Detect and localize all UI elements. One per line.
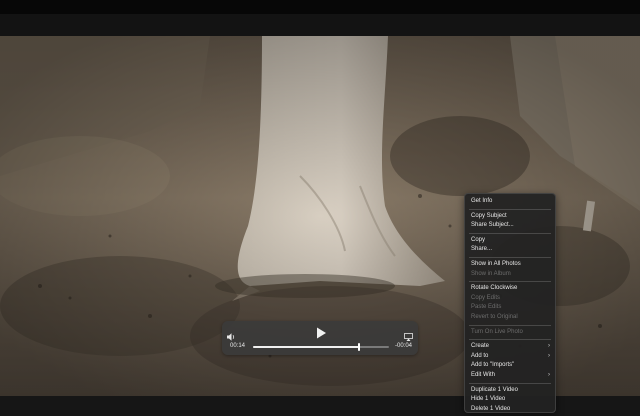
menu-separator bbox=[469, 208, 551, 210]
title-strip bbox=[0, 0, 640, 14]
menu-item-copy-subject[interactable]: Copy Subject bbox=[465, 212, 555, 222]
video-controls: 00:14 -00:04 bbox=[222, 321, 418, 355]
scrubber[interactable] bbox=[253, 343, 389, 351]
chevron-right-icon: › bbox=[548, 343, 550, 350]
menu-item-paste-edits: Paste Edits bbox=[471, 304, 502, 311]
remaining-time: -00:04 bbox=[394, 343, 412, 349]
menu-item-rotate-clockwise[interactable]: Rotate Clockwise bbox=[465, 284, 555, 294]
chevron-right-icon: › bbox=[548, 352, 550, 359]
menu-item-duplicate[interactable]: Duplicate 1 Video bbox=[465, 386, 555, 396]
context-menu: Get Info Copy Subject Share Subject... C… bbox=[464, 193, 556, 413]
menu-item-hide[interactable]: Hide 1 Video bbox=[465, 395, 555, 405]
window-toolbar bbox=[0, 0, 640, 36]
menu-separator bbox=[469, 232, 551, 234]
menu-item-turn-on-live-photo: Turn On Live Photo bbox=[471, 328, 523, 335]
menu-separator bbox=[469, 281, 551, 283]
menu-item-show-in-all-photos[interactable]: Show in All Photos bbox=[465, 260, 555, 270]
scrubber-knob[interactable] bbox=[358, 343, 361, 351]
elapsed-time: 00:14 bbox=[230, 343, 246, 349]
menu-item-revert-to-original: Revert to Original bbox=[471, 313, 518, 320]
menu-item-copy[interactable]: Copy bbox=[465, 236, 555, 246]
speaker-icon[interactable] bbox=[227, 328, 237, 341]
menu-item-create[interactable]: Create › bbox=[465, 342, 555, 352]
menu-item-get-info[interactable]: Get Info bbox=[465, 197, 555, 207]
airplay-icon[interactable] bbox=[404, 328, 413, 341]
menu-item-edit-with-label: Edit With bbox=[471, 371, 496, 378]
scrubber-progress bbox=[253, 346, 360, 348]
menu-separator bbox=[469, 256, 551, 258]
menu-item-share-subject[interactable]: Share Subject... bbox=[465, 221, 555, 231]
menu-item-create-label: Create bbox=[471, 343, 490, 350]
menu-item-add-to-label: Add to bbox=[471, 352, 489, 359]
menu-item-edit-with[interactable]: Edit With › bbox=[465, 371, 555, 381]
menu-item-delete[interactable]: Delete 1 Video bbox=[465, 405, 555, 415]
menu-item-add-to[interactable]: Add to › bbox=[465, 352, 555, 362]
menu-separator bbox=[469, 339, 551, 341]
menu-item-show-in-album: Show in Album bbox=[471, 270, 511, 277]
play-icon[interactable] bbox=[315, 326, 327, 339]
menu-item-share[interactable]: Share... bbox=[465, 245, 555, 255]
menu-separator bbox=[469, 382, 551, 384]
menu-item-copy-edits: Copy Edits bbox=[471, 294, 501, 301]
chevron-right-icon: › bbox=[548, 371, 550, 378]
menu-separator bbox=[469, 324, 551, 326]
menu-item-add-to-imports[interactable]: Add to "Imports" bbox=[465, 361, 555, 371]
